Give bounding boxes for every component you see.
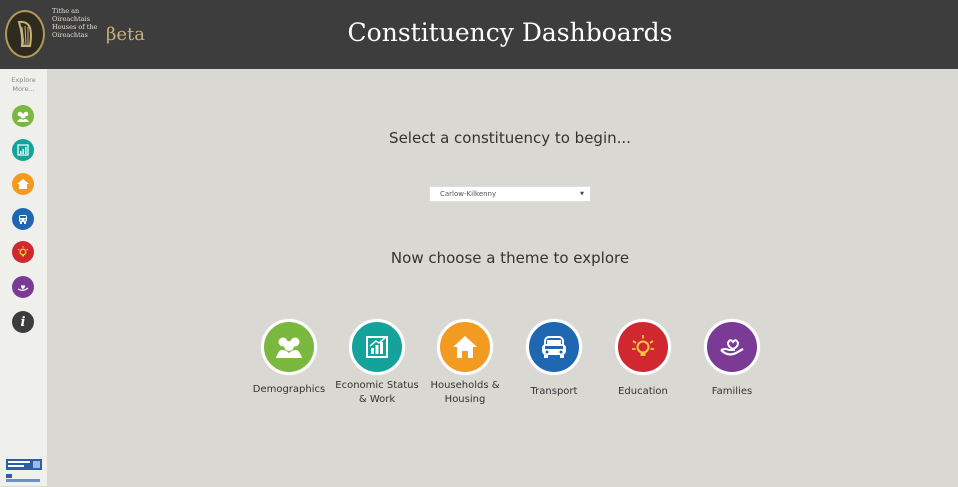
- sidebar-economic-icon[interactable]: [12, 139, 34, 161]
- hand-heart-icon[interactable]: [704, 319, 760, 375]
- theme-label: Families: [711, 386, 753, 397]
- sidebar: Explore More... i: [0, 69, 47, 486]
- theme-label: Transport: [530, 386, 578, 397]
- sidebar-info-icon[interactable]: i: [12, 311, 34, 333]
- sidebar-households-icon[interactable]: [12, 173, 34, 195]
- page-title: Constituency Dashboards: [347, 18, 673, 47]
- theme-education[interactable]: Education: [599, 319, 687, 399]
- theme-label: Households & Housing: [430, 380, 500, 405]
- demographics-icon[interactable]: [261, 319, 317, 375]
- economic-chart-icon[interactable]: [349, 319, 405, 375]
- transport-icon[interactable]: [526, 319, 582, 375]
- lightbulb-icon[interactable]: [615, 319, 671, 375]
- theme-label: Economic Status & Work: [335, 380, 419, 405]
- theme-households-housing[interactable]: Households & Housing: [421, 319, 509, 407]
- constituency-select[interactable]: Carlow-Kilkenny ▼: [429, 186, 591, 202]
- theme-families[interactable]: Families: [688, 319, 776, 399]
- theme-transport[interactable]: Transport: [510, 319, 598, 399]
- sidebar-education-icon[interactable]: [12, 241, 34, 263]
- header-bar: Tithe an Oireachtais Houses of the Oirea…: [0, 0, 958, 69]
- theme-label: Education: [618, 386, 668, 397]
- house-icon[interactable]: [437, 319, 493, 375]
- explore-more-label: Explore More...: [11, 76, 36, 93]
- select-constituency-prompt: Select a constituency to begin...: [389, 129, 631, 147]
- sidebar-transport-icon[interactable]: [12, 208, 34, 230]
- harp-logo-icon[interactable]: [5, 10, 45, 58]
- dropdown-arrow-icon: ▼: [580, 191, 584, 197]
- constituency-select-value: Carlow-Kilkenny: [440, 190, 497, 198]
- choose-theme-prompt: Now choose a theme to explore: [390, 249, 630, 267]
- beta-label: βeta: [106, 24, 146, 45]
- theme-label: Demographics: [252, 384, 326, 395]
- oireachtas-logo-text: Tithe an Oireachtais Houses of the Oirea…: [52, 7, 98, 39]
- theme-economic-status-work[interactable]: Economic Status & Work: [333, 319, 421, 407]
- sidebar-demographics-icon[interactable]: [12, 105, 34, 127]
- sidebar-families-icon[interactable]: [12, 276, 34, 298]
- theme-demographics[interactable]: Demographics: [245, 319, 333, 397]
- partner-logos: [5, 457, 43, 483]
